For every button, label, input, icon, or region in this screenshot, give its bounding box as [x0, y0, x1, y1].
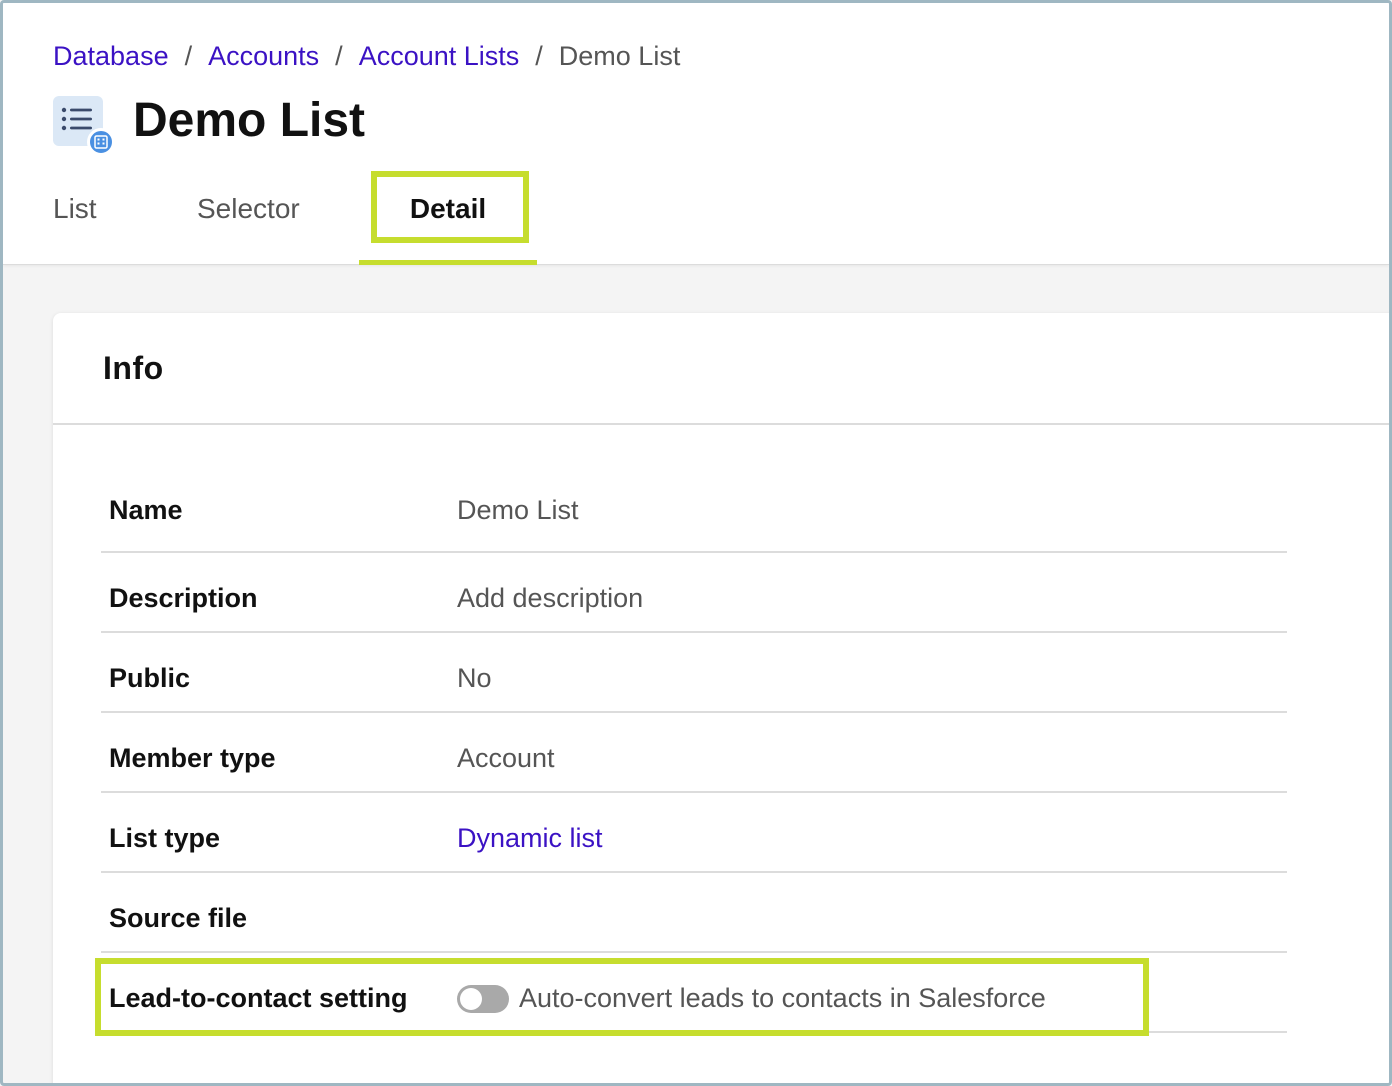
row-label: Description	[109, 583, 258, 613]
app-frame: Database / Accounts / Account Lists / De…	[0, 0, 1392, 1086]
breadcrumb-current: Demo List	[558, 41, 681, 71]
row-label: Lead-to-contact setting	[109, 983, 408, 1013]
list-type-link[interactable]: Dynamic list	[457, 823, 603, 854]
row-label: Name	[109, 495, 183, 525]
info-table: Name Demo List Description Add descripti…	[101, 465, 1287, 1033]
info-row-public: Public No	[101, 633, 1287, 713]
row-label: Member type	[109, 743, 276, 773]
info-card: Info Name Demo List Description Add desc…	[53, 313, 1389, 1083]
breadcrumb-separator: /	[184, 41, 193, 71]
public-value: No	[457, 663, 492, 693]
name-value[interactable]: Demo List	[457, 495, 579, 526]
breadcrumb: Database / Accounts / Account Lists / De…	[53, 41, 680, 72]
title-row: Demo List	[53, 93, 366, 156]
breadcrumb-accounts[interactable]: Accounts	[208, 41, 319, 72]
info-card-title: Info	[103, 349, 164, 386]
info-row-member-type: Member type Account	[101, 713, 1287, 793]
breadcrumb-separator: /	[535, 41, 543, 71]
tab-bar: List Selector Detail	[53, 171, 653, 265]
info-row-list-type: List type Dynamic list	[101, 793, 1287, 873]
info-row-lead-to-contact: Lead-to-contact setting Auto-convert lea…	[101, 953, 1287, 1033]
list-icon	[53, 95, 115, 156]
breadcrumb-separator: /	[335, 41, 343, 71]
page-title: Demo List	[133, 94, 366, 147]
toggle-knob	[460, 987, 482, 1010]
active-tab-indicator	[359, 260, 537, 265]
row-label: List type	[109, 823, 221, 853]
page-header: Database / Accounts / Account Lists / De…	[3, 3, 1389, 265]
info-row-description: Description Add description	[101, 553, 1287, 633]
list-lines-icon	[61, 107, 92, 130]
tab-selector[interactable]: Selector	[197, 171, 300, 265]
row-label: Public	[109, 663, 191, 693]
member-type-value: Account	[457, 743, 555, 773]
row-label: Source file	[109, 903, 248, 933]
breadcrumb-database[interactable]: Database	[53, 41, 169, 72]
toggle-label: Auto-convert leads to contacts in Salesf…	[519, 983, 1046, 1013]
info-card-header: Info	[53, 313, 1389, 425]
tab-detail[interactable]: Detail	[359, 171, 537, 265]
info-row-source-file: Source file	[101, 873, 1287, 953]
lead-to-contact-toggle[interactable]	[457, 984, 509, 1013]
info-row-name: Name Demo List	[101, 465, 1287, 553]
breadcrumb-account-lists[interactable]: Account Lists	[359, 41, 520, 72]
building-icon	[87, 127, 115, 156]
description-value[interactable]: Add description	[457, 583, 643, 614]
lead-to-contact-toggle-group: Auto-convert leads to contacts in Salesf…	[457, 983, 1046, 1014]
tab-list[interactable]: List	[53, 171, 97, 265]
